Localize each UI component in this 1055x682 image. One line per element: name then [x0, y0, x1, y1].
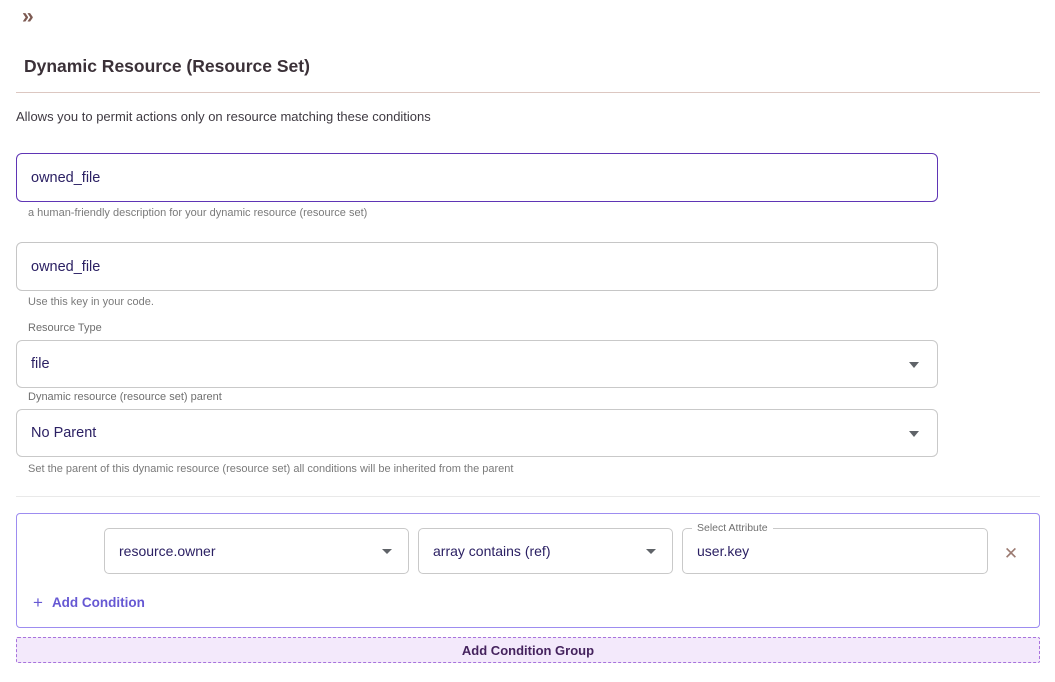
key-helper-text: Use this key in your code.	[28, 296, 154, 308]
condition-attribute-value: resource.owner	[119, 543, 216, 559]
key-input[interactable]	[16, 242, 938, 291]
plus-icon: +	[33, 594, 43, 611]
condition-group: resource.owner array contains (ref) Sele…	[16, 513, 1040, 628]
condition-value-label: Select Attribute	[692, 522, 773, 535]
resource-type-select[interactable]: file	[16, 340, 938, 388]
resource-type-label: Resource Type	[28, 322, 102, 334]
name-input[interactable]	[16, 153, 938, 202]
add-condition-group-button[interactable]: Add Condition Group	[16, 637, 1040, 663]
name-helper-text: a human-friendly description for your dy…	[28, 207, 367, 219]
parent-select[interactable]: No Parent	[16, 409, 938, 457]
add-condition-group-label: Add Condition Group	[462, 643, 594, 658]
remove-condition-icon[interactable]: ✕	[1001, 543, 1021, 563]
condition-operator-select[interactable]: array contains (ref)	[418, 528, 673, 574]
parent-label: Dynamic resource (resource set) parent	[28, 391, 222, 403]
chevron-down-icon	[646, 549, 656, 554]
parent-helper-text: Set the parent of this dynamic resource …	[28, 463, 513, 475]
dynamic-resource-editor: » Dynamic Resource (Resource Set) Allows…	[0, 0, 1055, 682]
collapse-panel-icon[interactable]: »	[22, 2, 33, 31]
intro-text: Allows you to permit actions only on res…	[16, 109, 431, 124]
condition-value-input[interactable]: Select Attribute user.key	[682, 528, 988, 574]
chevron-down-icon	[382, 549, 392, 554]
parent-value: No Parent	[31, 425, 96, 441]
chevron-down-icon	[909, 431, 919, 437]
page-title: Dynamic Resource (Resource Set)	[24, 56, 310, 77]
add-condition-button[interactable]: + Add Condition	[33, 594, 145, 611]
title-divider	[16, 92, 1040, 93]
condition-value-text: user.key	[697, 543, 749, 559]
condition-attribute-select[interactable]: resource.owner	[104, 528, 409, 574]
section-divider	[16, 496, 1040, 497]
chevron-down-icon	[909, 362, 919, 368]
resource-type-value: file	[31, 356, 50, 372]
condition-operator-value: array contains (ref)	[433, 543, 550, 559]
add-condition-label: Add Condition	[52, 595, 145, 610]
